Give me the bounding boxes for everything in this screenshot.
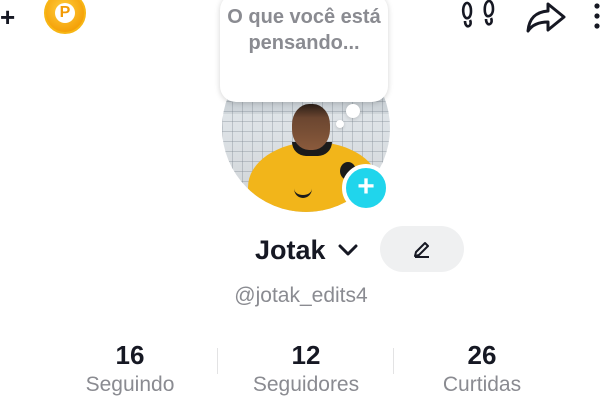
more-icon[interactable] (592, 2, 602, 32)
coin-icon[interactable]: P (44, 0, 86, 34)
followers-label: Seguidores (252, 373, 360, 396)
likes-count: 26 (467, 340, 497, 370)
stat-followers[interactable]: 12 Seguidores (226, 340, 386, 400)
following-label: Seguindo (85, 373, 175, 396)
share-icon[interactable] (524, 0, 568, 34)
username-text: @jotak_edits4 (234, 284, 368, 307)
stat-following[interactable]: 16 Seguindo (50, 340, 210, 400)
avatar-head (292, 104, 330, 150)
add-icon[interactable]: + (0, 4, 20, 30)
thought-bubble-tail-small (336, 120, 344, 128)
add-story-button[interactable]: + (342, 164, 390, 212)
coin-label: P (55, 3, 75, 23)
likes-label: Curtidas (442, 373, 522, 396)
pencil-icon (414, 242, 429, 258)
footprints-icon[interactable] (460, 0, 496, 32)
following-count: 16 (115, 340, 145, 370)
stat-divider (217, 348, 218, 374)
avatar-logo (294, 179, 312, 198)
thought-bubble-text: O que você está pensando... (227, 6, 381, 54)
stat-likes[interactable]: 26 Curtidas (402, 340, 562, 400)
display-name[interactable]: Jotak (255, 232, 326, 268)
thought-bubble-tail (346, 104, 360, 118)
chevron-down-icon[interactable] (337, 240, 359, 260)
stat-divider (393, 348, 394, 374)
followers-count: 12 (291, 340, 321, 370)
username[interactable]: @jotak_edits4 (0, 282, 602, 310)
thought-bubble[interactable]: O que você está pensando... (220, 0, 388, 102)
edit-profile-button[interactable] (380, 226, 464, 272)
